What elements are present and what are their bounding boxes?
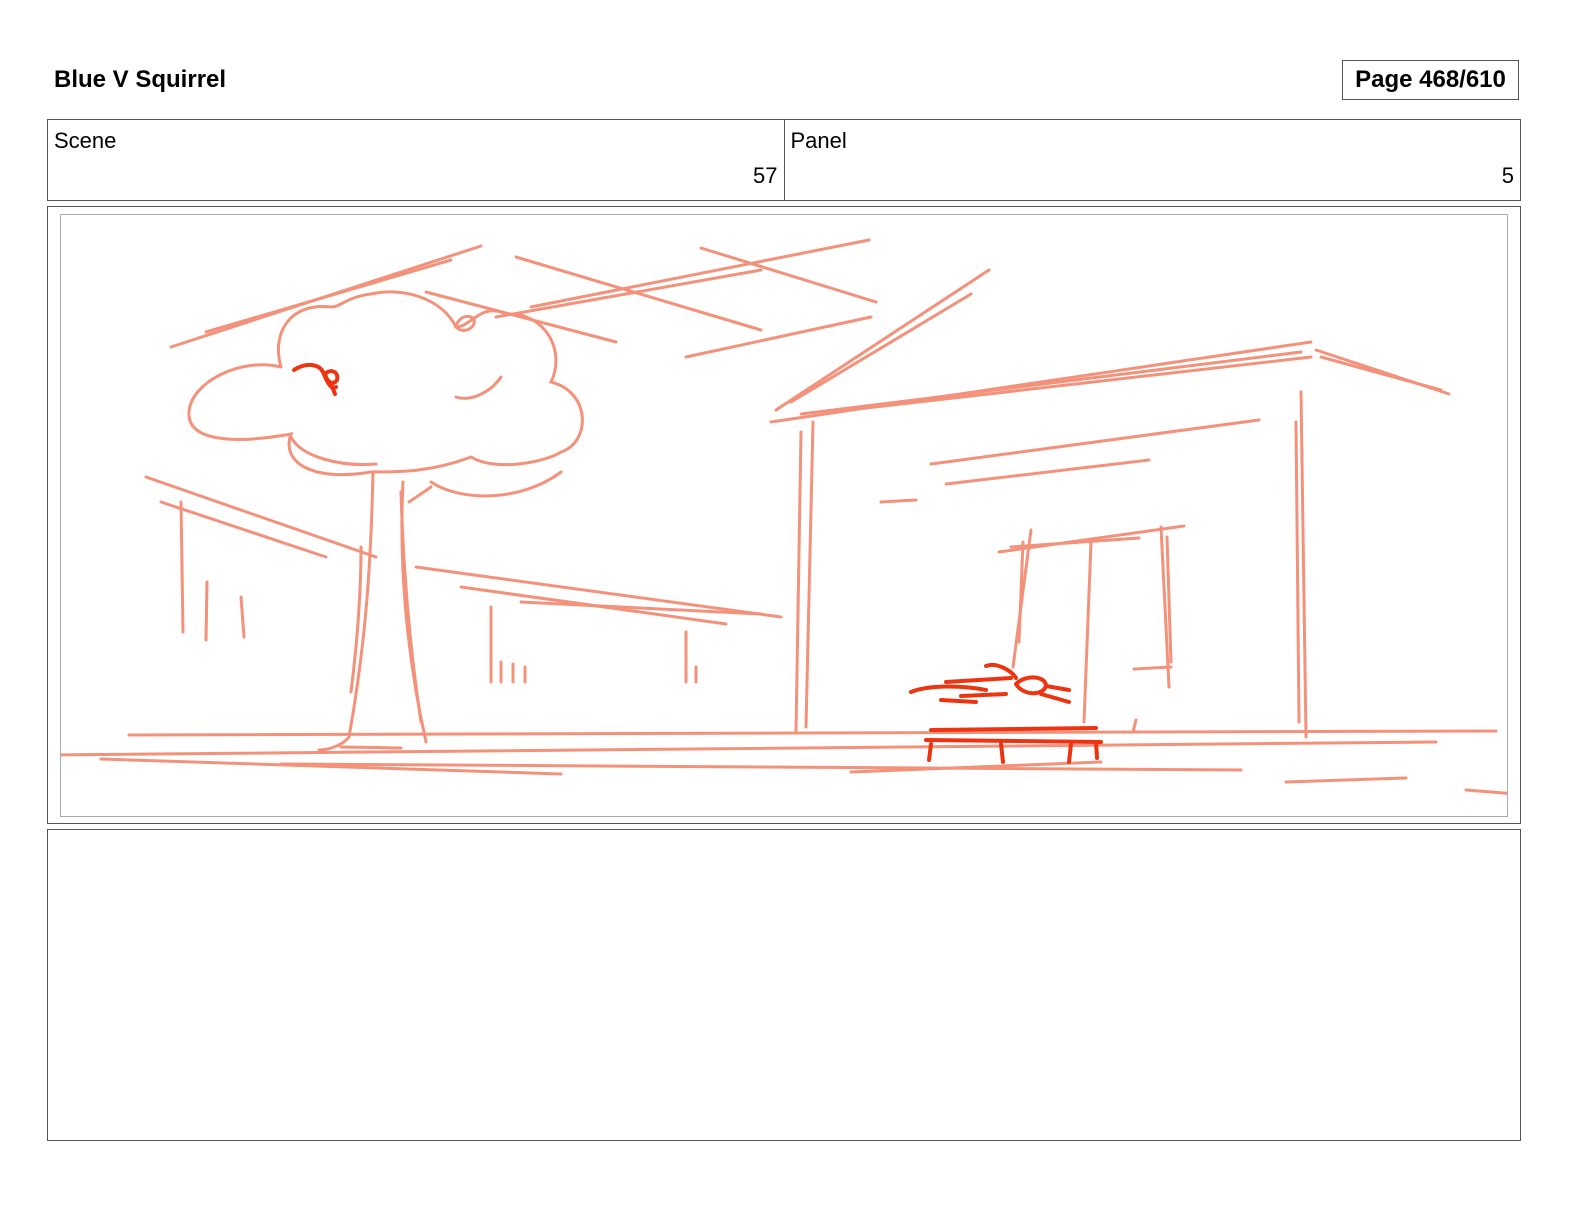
panel-drawing-area — [60, 214, 1508, 817]
page-number: Page 468/610 — [1342, 60, 1519, 100]
scene-label: Scene — [54, 128, 117, 153]
storyboard-panel — [47, 206, 1521, 824]
panel-cell: Panel 5 — [783, 120, 1521, 200]
panel-notes-box — [47, 829, 1521, 1141]
panel-label: Panel — [790, 128, 847, 153]
sketch-drawing — [61, 238, 1507, 795]
scene-cell: Scene 57 — [48, 120, 784, 200]
scene-panel-info: Scene 57 Panel 5 — [47, 119, 1521, 201]
scene-value: 57 — [753, 163, 778, 188]
storyboard-title: Blue V Squirrel — [54, 66, 227, 93]
panel-value: 5 — [1501, 163, 1514, 188]
